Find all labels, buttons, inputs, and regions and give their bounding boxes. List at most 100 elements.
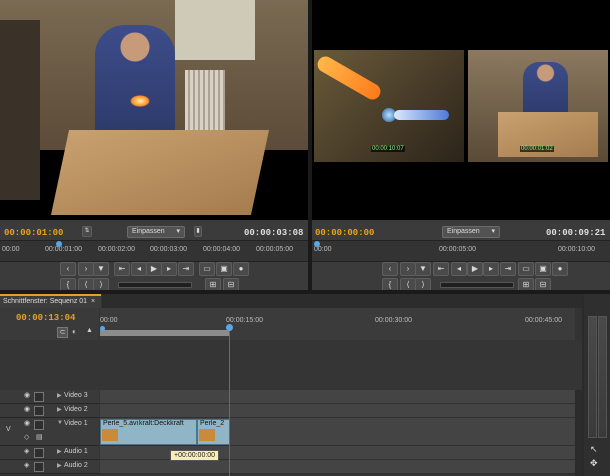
track-header-audio-2[interactable]: ◈ ▶ Audio 2 [0, 460, 99, 474]
mark-out-icon[interactable]: › [78, 262, 94, 276]
marker-flag-icon[interactable]: ▲ [86, 327, 93, 334]
export-frame-icon[interactable]: ▣ [535, 262, 551, 276]
track-lane-audio-2[interactable] [100, 460, 575, 474]
program-playhead[interactable] [314, 241, 320, 247]
source-video-frame[interactable] [0, 0, 308, 220]
source-fit-select[interactable]: Einpassen ▾ [127, 226, 185, 238]
target-track-label[interactable]: V [6, 426, 11, 433]
display-style-icon[interactable]: ▤ [36, 433, 43, 441]
close-icon[interactable]: × [91, 298, 95, 305]
scene-shelf-left [0, 20, 40, 200]
scene-flame [130, 95, 150, 107]
audio-meter-left [588, 316, 597, 438]
eye-icon[interactable]: ◉ [24, 392, 32, 400]
expand-track-icon[interactable]: ▶ [57, 448, 62, 455]
lock-toggle[interactable] [34, 392, 44, 402]
step-back-icon[interactable]: ◂ [131, 262, 147, 276]
source-settings-icon[interactable]: ⇅ [82, 226, 92, 237]
chevron-down-icon: ▾ [491, 228, 495, 235]
output-icon[interactable]: ● [233, 262, 249, 276]
speaker-icon[interactable]: ◈ [24, 448, 32, 456]
timeline-ruler[interactable]: 00:00 00:00:15:00 00:00:30:00 00:00:45:0… [100, 308, 575, 340]
timeline-empty-area [0, 340, 582, 392]
program-shuttle-slider[interactable] [440, 282, 514, 288]
expand-track-icon[interactable]: ▶ [57, 406, 62, 413]
timeline-vertical-scrollbar[interactable] [575, 390, 582, 476]
add-marker-icon[interactable]: ◐ [72, 327, 77, 336]
timeline-timecode[interactable]: 00:00:13:04 [16, 313, 75, 323]
source-drag-icon[interactable]: ▮ [194, 226, 202, 237]
timeline-panel: Schnittfenster: Sequenz 01 × 00:00:13:04… [0, 294, 582, 476]
expand-track-icon[interactable]: ▶ [57, 462, 62, 469]
lock-toggle[interactable] [34, 462, 44, 472]
program-fit-select[interactable]: Einpassen ▾ [442, 226, 500, 238]
program-ruler-tick: 00:00:10:00 [558, 246, 595, 253]
step-back-icon[interactable]: ◂ [451, 262, 467, 276]
timeline-playhead-line[interactable] [229, 328, 230, 476]
collapse-track-icon[interactable]: ▼ [57, 420, 63, 426]
go-to-out-icon[interactable]: ⇥ [178, 262, 194, 276]
source-ruler-tick: 00:00 [2, 246, 20, 253]
timeline-tab[interactable]: Schnittfenster: Sequenz 01 × [0, 294, 101, 308]
lock-toggle[interactable] [34, 448, 44, 458]
timeline-tab-strip [102, 294, 582, 308]
program-left-overlay-timecode: 00:00:10:07 [371, 146, 405, 152]
track-name: Audio 1 [64, 448, 88, 455]
snap-icon[interactable]: ⊂ [57, 327, 68, 338]
source-ruler-tick: 00:00:03:00 [150, 246, 187, 253]
safe-margins-icon[interactable]: ▭ [518, 262, 534, 276]
clip-perle-2[interactable]: Perle_2 [197, 419, 230, 445]
mark-in-icon[interactable]: ‹ [60, 262, 76, 276]
timeline-ruler-tick: 00:00 [100, 317, 118, 324]
export-frame-icon[interactable]: ▣ [216, 262, 232, 276]
track-header-video-2[interactable]: ◉ ▶ Video 2 [0, 404, 99, 418]
program-left-inset: 00:00:10:07 [314, 50, 464, 162]
speaker-icon[interactable]: ◈ [24, 462, 32, 470]
safe-margins-icon[interactable]: ▭ [199, 262, 215, 276]
source-current-timecode[interactable]: 00:00:01:00 [4, 228, 63, 238]
track-lane-video-3[interactable] [100, 390, 575, 404]
expand-track-icon[interactable]: ▶ [57, 392, 62, 399]
marker-icon[interactable]: ▼ [93, 262, 109, 276]
output-icon[interactable]: ● [552, 262, 568, 276]
go-to-out-icon[interactable]: ⇥ [500, 262, 516, 276]
source-ruler-tick: 00:00:01:00 [45, 246, 82, 253]
mark-in-icon[interactable]: ‹ [382, 262, 398, 276]
hand-tool-icon[interactable]: ✥ [590, 458, 598, 469]
program-time-ruler[interactable]: 00:00 00:00:05:00 00:00:10:00 [312, 240, 610, 262]
go-to-in-icon[interactable]: ⇤ [433, 262, 449, 276]
play-icon[interactable]: ▶ [146, 262, 162, 276]
program-current-timecode[interactable]: 00:00:00:00 [315, 228, 374, 238]
lock-toggle[interactable] [34, 406, 44, 416]
eye-icon[interactable]: ◉ [24, 420, 32, 428]
source-playhead[interactable] [56, 241, 62, 247]
scene-torch-flame [394, 110, 449, 120]
work-area-bar[interactable] [100, 330, 230, 336]
track-name: Video 3 [64, 392, 88, 399]
keyframe-icon[interactable]: ◇ [24, 433, 29, 441]
timeline-tab-label: Schnittfenster: Sequenz 01 [3, 298, 88, 305]
mark-out-icon[interactable]: › [400, 262, 416, 276]
timeline-ruler-tick: 00:00:30:00 [375, 317, 412, 324]
scene-glass-rod [314, 53, 384, 103]
step-forward-icon[interactable]: ▸ [161, 262, 177, 276]
track-header-audio-1[interactable]: ◈ ▶ Audio 1 [0, 446, 99, 460]
timeline-playhead-handle[interactable] [226, 324, 233, 331]
source-ruler-tick: 00:00:04:00 [203, 246, 240, 253]
track-lane-video-2[interactable] [100, 404, 575, 418]
zoom-handle-left[interactable] [100, 326, 105, 331]
marker-icon[interactable]: ▼ [415, 262, 431, 276]
source-time-ruler[interactable]: 00:00 00:00:01:00 00:00:02:00 00:00:03:0… [0, 240, 308, 262]
source-shuttle-slider[interactable] [118, 282, 192, 288]
program-video-frame[interactable]: 00:00:10:07 00:00:01:02 [312, 0, 610, 220]
lock-toggle[interactable] [34, 420, 44, 430]
track-header-video-3[interactable]: ◉ ▶ Video 3 [0, 390, 99, 404]
selection-tool-icon[interactable]: ↖ [590, 444, 598, 455]
eye-icon[interactable]: ◉ [24, 406, 32, 414]
play-icon[interactable]: ▶ [467, 262, 483, 276]
clip-effect: kralt:Deckkraft [139, 420, 184, 427]
go-to-in-icon[interactable]: ⇤ [114, 262, 130, 276]
track-header-video-1[interactable]: V ◉ ▼ Video 1 ◇ ▤ [0, 418, 99, 446]
clip-perle-5[interactable]: Perle_5.avi kralt:Deckkraft [100, 419, 197, 445]
step-forward-icon[interactable]: ▸ [483, 262, 499, 276]
